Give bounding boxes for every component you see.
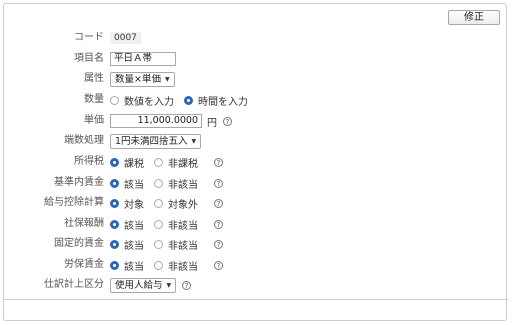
radio-label: 該当 [124,261,144,273]
income-tax-radio-taxable[interactable]: 課税 [110,155,144,170]
item-name-input[interactable]: 平日Ａ帯 [110,52,176,66]
unit-price-label: 単価 [84,115,104,126]
unit-price-unit: 円 [207,117,217,129]
code-label: コード [74,32,104,43]
radio-selected-icon [110,178,119,188]
social-insurance-label: 社保報酬 [64,218,104,229]
quantity-label: 数量 [84,94,104,105]
radio-selected-icon [110,260,119,270]
labor-insurance-label: 労保賃金 [64,259,104,270]
fixed-wage-radio-notapplicable[interactable]: 非該当 [154,237,198,252]
radio-unselected-icon [154,157,163,167]
edit-button[interactable]: 修正 [448,10,500,25]
question-circle-icon[interactable]: ? [182,280,192,290]
caret-down-icon: ▼ [166,281,172,289]
radio-label: 非該当 [168,220,198,232]
attribute-select-value: 数量×単価 [115,73,161,85]
question-circle-icon[interactable]: ? [214,178,223,188]
fixed-wage-label: 固定的賃金 [54,238,104,249]
radio-label: 対象外 [168,199,198,211]
attribute-select[interactable]: 数量×単価 ▼ [110,71,175,87]
question-circle-icon[interactable]: ? [214,239,223,249]
rounding-select[interactable]: 1円未満四捨五入 ▼ [110,133,202,149]
income-tax-label: 所得税 [74,156,104,167]
radio-unselected-icon [154,219,163,229]
radio-label: 該当 [124,240,144,252]
radio-label: 対象 [124,199,144,211]
radio-label: 非該当 [168,240,198,252]
labor-insurance-radio-notapplicable[interactable]: 非該当 [154,258,198,273]
journal-class-label: 仕訳計上区分 [44,279,104,290]
quantity-radio-time[interactable]: 時間を入力 [184,93,248,108]
radio-unselected-icon [154,178,163,188]
radio-label: 該当 [124,220,144,232]
question-circle-icon[interactable]: ? [214,157,223,167]
radio-selected-icon [110,198,119,208]
radio-selected-icon [110,157,119,167]
radio-unselected-icon [154,260,163,270]
radio-label: 数値を入力 [124,96,174,108]
radio-selected-icon [110,219,119,229]
question-circle-icon[interactable]: ? [223,116,232,126]
caret-down-icon: ▼ [164,75,170,83]
journal-class-select-value: 使用人給与 [115,279,163,291]
income-tax-radio-nontaxable[interactable]: 非課税 [154,155,198,170]
radio-label: 時間を入力 [198,96,248,108]
radio-label: 課税 [124,158,144,170]
caret-down-icon: ▼ [191,137,197,145]
journal-class-select[interactable]: 使用人給与 ▼ [110,277,177,293]
radio-unselected-icon [110,95,119,105]
fixed-wage-radio-applicable[interactable]: 該当 [110,237,144,252]
radio-label: 非課税 [168,158,198,170]
quantity-radio-number[interactable]: 数値を入力 [110,93,174,108]
rounding-label: 端数処理 [64,135,104,146]
radio-unselected-icon [154,198,163,208]
social-insurance-radio-applicable[interactable]: 該当 [110,217,144,232]
attribute-label: 属性 [84,73,104,84]
item-name-label: 項目名 [74,53,104,64]
question-circle-icon[interactable]: ? [214,198,223,208]
deduction-calc-radio-target[interactable]: 対象 [110,196,144,211]
deduction-calc-label: 給与控除計算 [44,197,104,208]
code-value: 0007 [110,32,141,44]
deduction-calc-radio-excluded[interactable]: 対象外 [154,196,198,211]
footer-divider [3,299,508,300]
base-wage-label: 基準内賃金 [54,177,104,188]
base-wage-radio-applicable[interactable]: 該当 [110,176,144,191]
labor-insurance-radio-applicable[interactable]: 該当 [110,258,144,273]
base-wage-radio-notapplicable[interactable]: 非該当 [154,176,198,191]
radio-selected-icon [184,95,193,105]
question-circle-icon[interactable]: ? [214,260,223,270]
radio-label: 該当 [124,179,144,191]
radio-label: 非該当 [168,261,198,273]
radio-selected-icon [110,239,119,249]
radio-unselected-icon [154,239,163,249]
radio-label: 非該当 [168,179,198,191]
question-circle-icon[interactable]: ? [214,219,223,229]
unit-price-input[interactable]: 11,000.0000 [110,114,202,128]
rounding-select-value: 1円未満四捨五入 [115,135,188,147]
social-insurance-radio-notapplicable[interactable]: 非該当 [154,217,198,232]
